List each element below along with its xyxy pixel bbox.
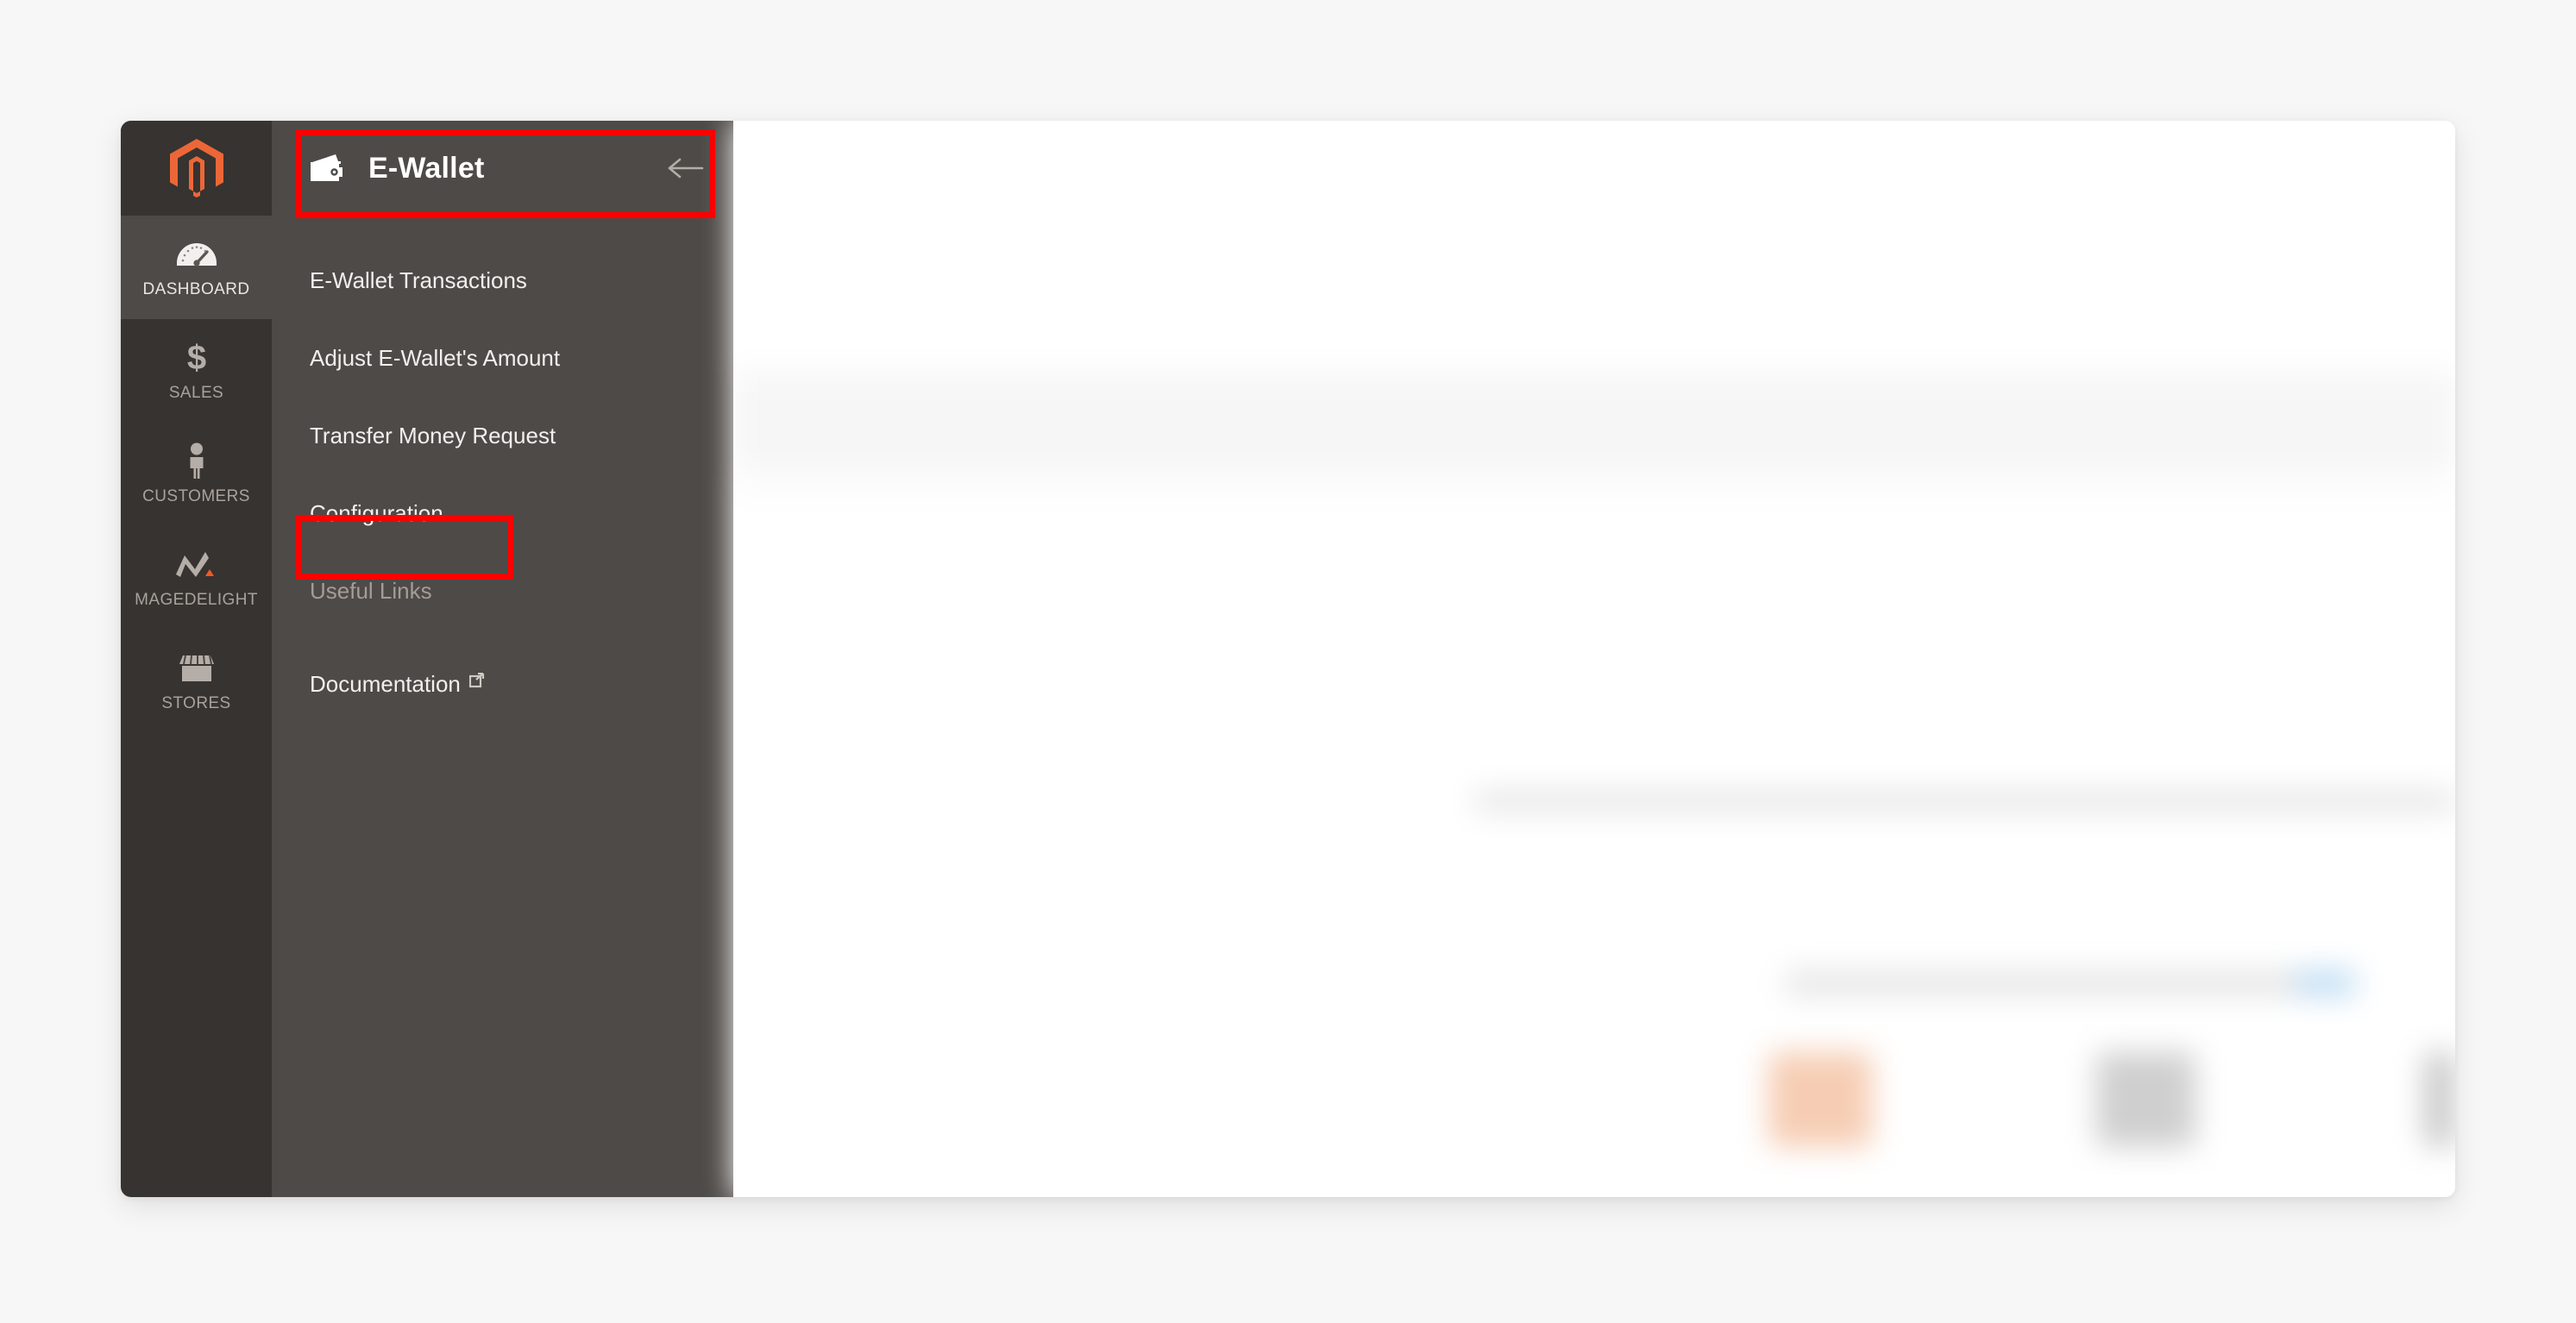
main-content-blurred bbox=[733, 121, 2455, 1197]
submenu-item-documentation[interactable]: Documentation bbox=[272, 642, 733, 719]
sidebar-item-label: Dashboard bbox=[142, 280, 250, 298]
content-tile bbox=[1769, 1052, 1872, 1147]
section-heading-link[interactable] bbox=[2295, 970, 2355, 996]
dollar-sign-icon: $ bbox=[184, 339, 210, 377]
submenu-section-useful-links: Useful Links bbox=[310, 578, 432, 604]
content-divider bbox=[733, 492, 2455, 494]
submenu-item-configuration[interactable]: Configuration bbox=[272, 474, 733, 552]
sidebar-item-label: Sales bbox=[168, 384, 224, 402]
submenu-item-label: Documentation bbox=[310, 671, 461, 697]
content-tile bbox=[2096, 1052, 2196, 1147]
sidebar-item-dashboard[interactable]: Dashboard bbox=[121, 216, 272, 319]
primary-sidebar: Dashboard $ Sales Customers bbox=[121, 121, 272, 1197]
gauge-icon bbox=[176, 235, 217, 273]
ewallet-submenu-panel: E-Wallet E-Wallet Transactions Adjust E-… bbox=[272, 121, 733, 1197]
storefront-icon bbox=[178, 649, 216, 687]
submenu-title: E-Wallet bbox=[368, 151, 485, 185]
section-heading-line bbox=[1786, 970, 2295, 996]
submenu-list: E-Wallet Transactions Adjust E-Wallet's … bbox=[272, 216, 733, 719]
sidebar-item-customers[interactable]: Customers bbox=[121, 423, 272, 526]
sidebar-item-sales[interactable]: $ Sales bbox=[121, 319, 272, 423]
description-text-line bbox=[1475, 792, 2455, 811]
submenu-header[interactable]: E-Wallet bbox=[272, 121, 733, 216]
person-icon bbox=[185, 442, 209, 480]
magento-logo-icon bbox=[169, 139, 223, 198]
svg-text:$: $ bbox=[186, 339, 205, 377]
admin-window: Dashboard $ Sales Customers bbox=[121, 121, 2455, 1197]
external-link-icon bbox=[468, 642, 485, 719]
sidebar-item-label: Customers bbox=[142, 487, 250, 505]
wallet-icon bbox=[310, 152, 346, 185]
sidebar-item-stores[interactable]: Stores bbox=[121, 630, 272, 733]
sidebar-item-label: Stores bbox=[161, 694, 231, 712]
magento-logo[interactable] bbox=[121, 121, 272, 216]
sidebar-item-magedelight[interactable]: Magedelight bbox=[121, 526, 272, 630]
magedelight-icon bbox=[174, 546, 219, 584]
sidebar-item-label: Magedelight bbox=[135, 591, 258, 609]
content-tile bbox=[2424, 1052, 2455, 1147]
page-title-band bbox=[733, 371, 2455, 474]
arrow-left-icon[interactable] bbox=[668, 156, 704, 180]
submenu-item-transfer-money-request[interactable]: Transfer Money Request bbox=[272, 397, 733, 474]
submenu-item-ewallet-transactions[interactable]: E-Wallet Transactions bbox=[272, 241, 733, 319]
submenu-item-adjust-ewallet-amount[interactable]: Adjust E-Wallet's Amount bbox=[272, 319, 733, 397]
